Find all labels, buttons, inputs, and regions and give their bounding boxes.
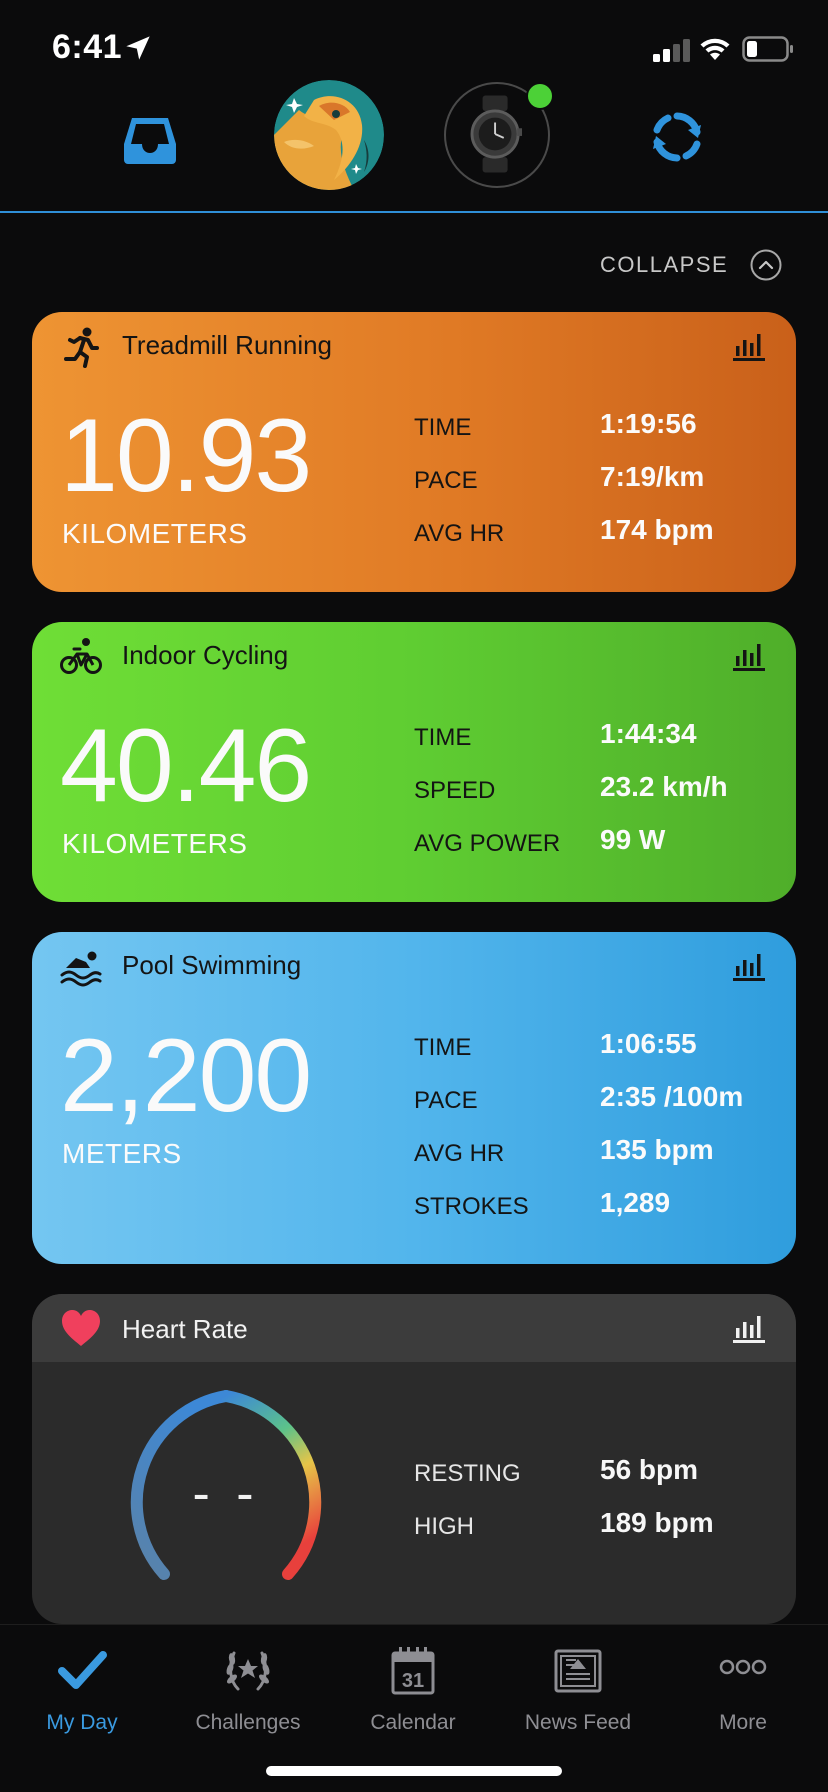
distance-value: 10.93 <box>60 398 312 514</box>
distance-value: 2,200 <box>60 1018 312 1134</box>
avatar[interactable] <box>274 80 384 190</box>
metric-value: 189 bpm <box>600 1507 714 1538</box>
card-title: Treadmill Running <box>122 330 333 360</box>
dragon-avatar-image <box>274 80 384 190</box>
newspaper-icon <box>554 1649 602 1693</box>
metric-label: PACE <box>414 467 478 494</box>
current-heart-rate: - - <box>192 1465 260 1523</box>
distance-unit: METERS <box>62 1138 182 1169</box>
device-watch-icon[interactable] <box>444 82 554 188</box>
metric-value: 2:35 /100m <box>600 1081 744 1112</box>
my-day-screen: 6:41 COLLAPSE Treadmill Running 10.93 KI… <box>0 0 828 1792</box>
chevron-up-circle-icon <box>750 249 782 281</box>
cellular-signal-icon <box>653 39 690 62</box>
calendar-icon: 31 <box>391 1647 435 1695</box>
swimmer-icon <box>60 951 102 987</box>
metric-value: 135 bpm <box>600 1134 714 1165</box>
card-title: Pool Swimming <box>122 950 302 980</box>
tab-challenges[interactable]: Challenges <box>168 1645 328 1755</box>
metric-label: TIME <box>414 414 472 441</box>
heart-icon <box>62 1310 100 1346</box>
metric-label: TIME <box>414 1034 472 1061</box>
treadmill-running-card[interactable]: Treadmill Running 10.93 KILOMETERS TIME … <box>32 312 796 592</box>
metric-value: 1:06:55 <box>600 1028 697 1059</box>
metric-label: AVG POWER <box>414 830 561 857</box>
tab-my-day[interactable]: My Day <box>2 1645 162 1755</box>
metric-label: RESTING <box>414 1460 521 1487</box>
metric-value: 23.2 km/h <box>600 771 728 802</box>
laurel-icon <box>226 1651 270 1691</box>
metric-value: 99 W <box>600 824 666 855</box>
metric-label: PACE <box>414 1087 478 1114</box>
tab-calendar[interactable]: 31 Calendar <box>333 1645 493 1755</box>
metric-value: 1:44:34 <box>600 718 697 749</box>
runner-icon <box>64 327 99 368</box>
calendar-badge: 31 <box>402 1670 424 1692</box>
battery-icon <box>742 36 793 62</box>
stats-chart-icon[interactable] <box>732 1314 766 1344</box>
metric-label: AVG HR <box>414 1140 505 1167</box>
metric-label: HIGH <box>414 1513 474 1540</box>
metric-value: 1:19:56 <box>600 408 697 439</box>
top-header <box>0 78 828 213</box>
collapse-label: COLLAPSE <box>600 252 729 277</box>
inbox-icon[interactable] <box>122 114 178 166</box>
bicycle-icon <box>60 638 102 674</box>
metric-value: 7:19/km <box>600 461 705 492</box>
tab-label: More <box>719 1711 767 1734</box>
location-arrow-icon <box>126 36 150 60</box>
indoor-cycling-card[interactable]: Indoor Cycling 40.46 KILOMETERS TIME 1:4… <box>32 622 796 902</box>
stats-chart-icon[interactable] <box>732 642 766 672</box>
wifi-icon <box>700 38 730 60</box>
metric-label: STROKES <box>414 1193 529 1220</box>
metric-value: 56 bpm <box>600 1454 699 1485</box>
collapse-button[interactable]: COLLAPSE <box>600 245 782 285</box>
distance-value: 40.46 <box>60 708 312 824</box>
metric-value: 1,289 <box>600 1187 671 1218</box>
device-connected-indicator <box>526 82 554 110</box>
metric-value: 174 bpm <box>600 514 714 545</box>
stats-chart-icon[interactable] <box>732 332 766 362</box>
metric-label: SPEED <box>414 777 496 804</box>
distance-unit: KILOMETERS <box>62 828 248 859</box>
tab-label: My Day <box>46 1711 118 1734</box>
heart-rate-card[interactable]: Heart Rate - - RESTING 56 bpm HIGH 189 b… <box>32 1294 796 1624</box>
tab-news-feed[interactable]: News Feed <box>498 1645 658 1755</box>
metric-label: TIME <box>414 724 472 751</box>
card-title: Heart Rate <box>122 1314 248 1344</box>
tab-label: Challenges <box>195 1711 301 1734</box>
heart-rate-header: Heart Rate <box>32 1294 796 1362</box>
more-dots-icon <box>719 1659 767 1675</box>
tab-label: Calendar <box>370 1711 456 1734</box>
stats-chart-icon[interactable] <box>732 952 766 982</box>
tab-more[interactable]: More <box>663 1645 823 1755</box>
home-indicator[interactable] <box>266 1766 562 1776</box>
pool-swimming-card[interactable]: Pool Swimming 2,200 METERS TIME 1:06:55 … <box>32 932 796 1264</box>
sync-icon[interactable] <box>648 108 706 166</box>
metric-label: AVG HR <box>414 520 505 547</box>
checkmark-icon <box>58 1651 107 1689</box>
card-title: Indoor Cycling <box>122 640 289 670</box>
tab-label: News Feed <box>524 1711 632 1734</box>
status-time: 6:41 <box>52 28 123 66</box>
distance-unit: KILOMETERS <box>62 518 248 549</box>
